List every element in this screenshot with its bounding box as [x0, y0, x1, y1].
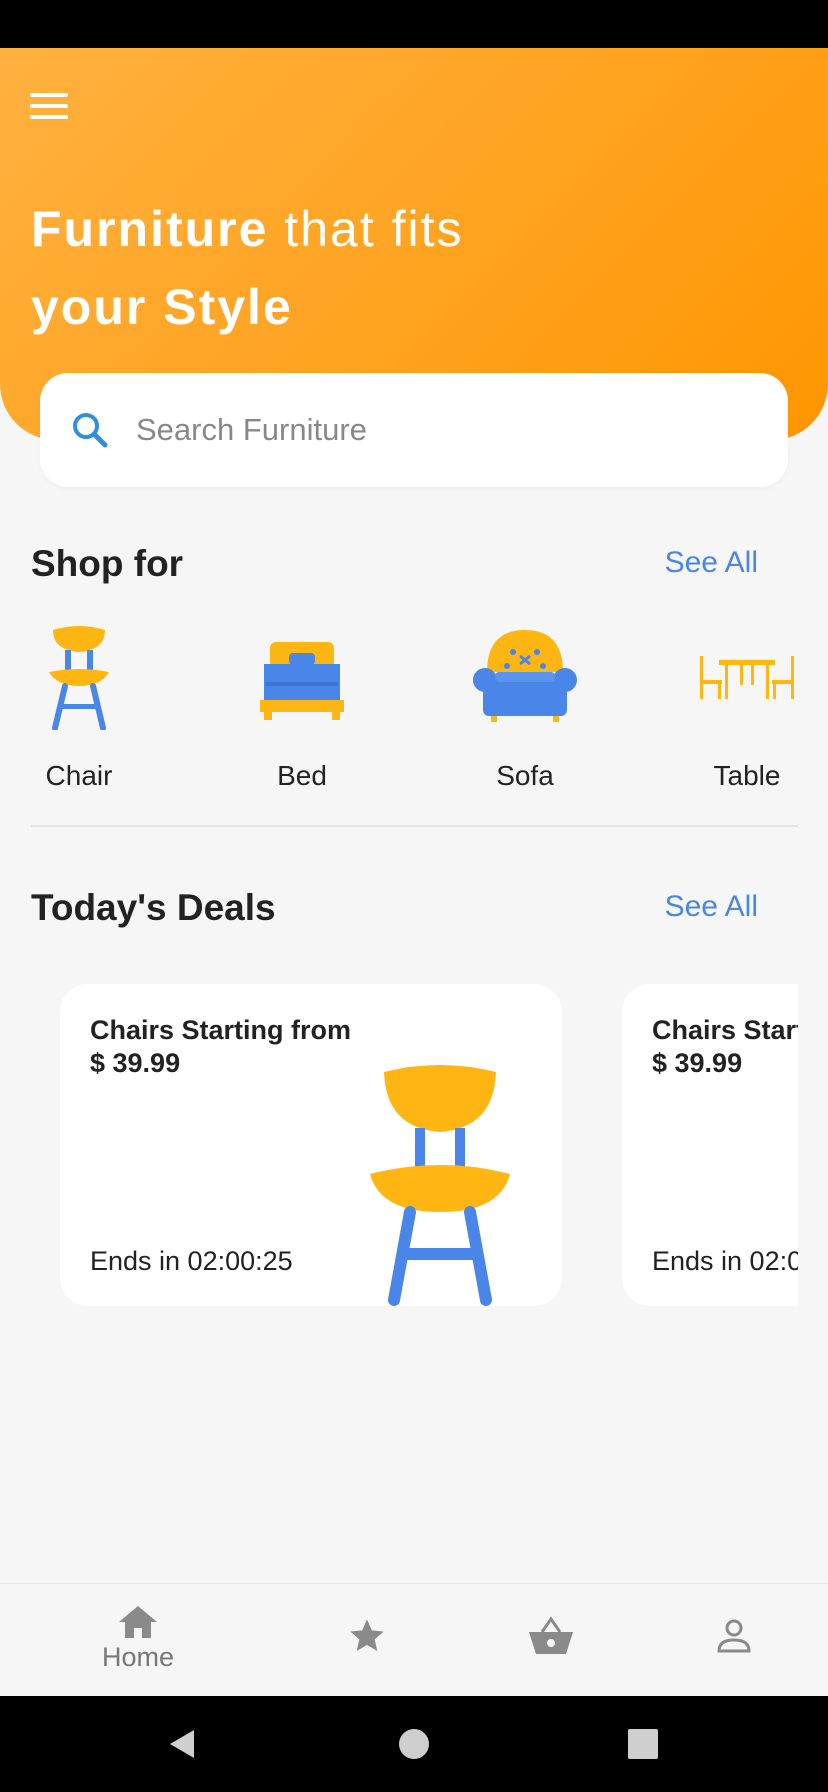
status-bar — [0, 0, 828, 48]
star-icon — [350, 1619, 384, 1651]
system-navigation-bar — [0, 1696, 828, 1792]
bottom-navigation: Home — [0, 1583, 828, 1696]
back-icon — [170, 1730, 194, 1758]
home-circle-icon — [399, 1729, 429, 1759]
category-label: Sofa — [496, 760, 554, 791]
home-icon — [119, 1606, 157, 1638]
deal-countdown: Ends in 02:00:25 — [90, 1246, 293, 1276]
search-input[interactable] — [136, 412, 736, 448]
category-table[interactable]: Table — [672, 620, 822, 800]
hero-title-light-1: that fits — [268, 201, 464, 257]
shop-see-all-link[interactable]: See All — [665, 546, 758, 580]
deal-price: $ 39.99 — [652, 1048, 743, 1078]
category-list: Chair Bed Sofa Table — [0, 620, 828, 800]
hero-title-bold-1: Furniture — [31, 201, 269, 257]
category-label: Bed — [277, 760, 327, 791]
menu-icon — [30, 93, 68, 97]
deal-card[interactable]: Chairs Starting from $ 39.99 Ends in 02:… — [60, 984, 562, 1306]
deals-see-all-link[interactable]: See All — [665, 890, 758, 924]
system-back-button[interactable] — [142, 1696, 222, 1792]
bed-icon — [260, 642, 344, 720]
nav-favorites[interactable] — [287, 1584, 447, 1697]
nav-cart[interactable] — [472, 1584, 632, 1697]
section-divider — [31, 825, 798, 827]
search-bar[interactable] — [40, 373, 788, 487]
system-home-button[interactable] — [374, 1696, 454, 1792]
todays-deals-title: Today's Deals — [31, 887, 276, 928]
nav-home-label: Home — [101, 1642, 175, 1672]
profile-icon — [717, 1619, 751, 1653]
nav-home[interactable]: Home — [58, 1584, 218, 1697]
sofa-icon — [473, 630, 577, 722]
deal-card[interactable]: Chairs Starting from $ 39.99 Ends in 02:… — [622, 984, 798, 1306]
deal-countdown: Ends in 02:00:25 — [652, 1246, 798, 1276]
hero-title-bold-2: your Style — [31, 279, 293, 335]
deal-title: Chairs Starting from $ 39.99 — [90, 1015, 352, 1078]
shop-for-title: Shop for — [31, 543, 184, 584]
category-label: Table — [713, 760, 781, 791]
search-icon — [73, 413, 108, 448]
recents-icon — [628, 1729, 658, 1759]
deal-title: Chairs Starting from $ 39.99 — [652, 1015, 798, 1078]
system-recents-button[interactable] — [603, 1696, 683, 1792]
chair-icon — [49, 626, 109, 730]
chair-image — [370, 1065, 510, 1306]
deal-price: $ 39.99 — [90, 1048, 181, 1078]
basket-icon — [529, 1616, 573, 1654]
deals-carousel[interactable]: Chairs Starting from $ 39.99 Ends in 02:… — [0, 984, 798, 1306]
hero-title: Furniture that fits your Style — [31, 190, 751, 346]
category-sofa[interactable]: Sofa — [450, 620, 600, 800]
nav-profile[interactable] — [656, 1584, 816, 1697]
category-bed[interactable]: Bed — [227, 620, 377, 800]
menu-button[interactable] — [30, 86, 78, 126]
category-label: Chair — [45, 760, 113, 791]
category-chair[interactable]: Chair — [4, 620, 154, 800]
table-icon — [700, 656, 794, 699]
